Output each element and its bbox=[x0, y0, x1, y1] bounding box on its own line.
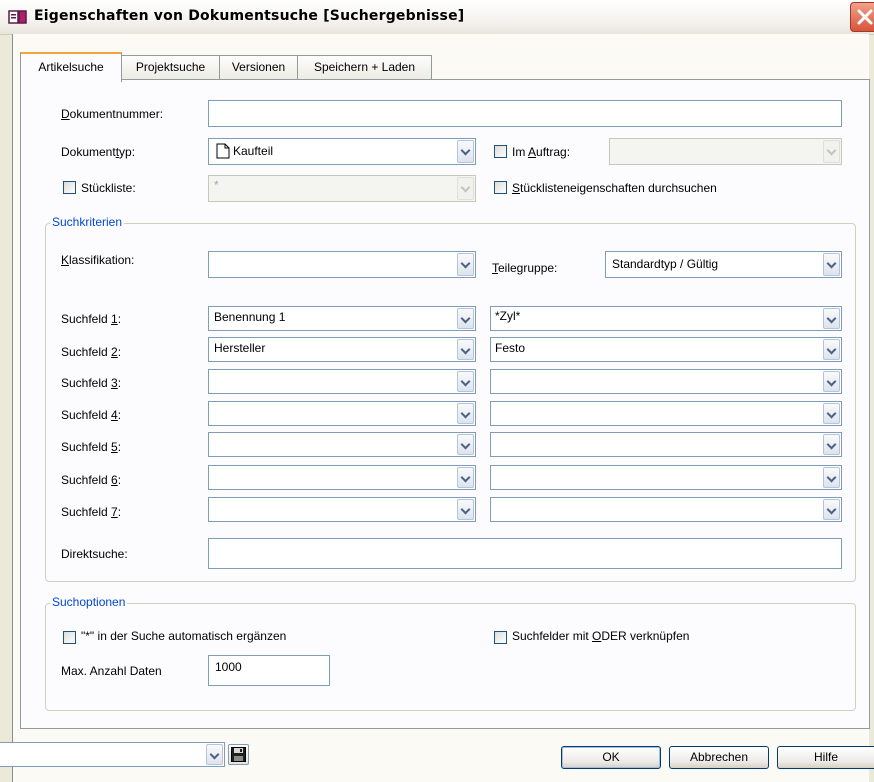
properties-dialog: Eigenschaften von Dokumentsuche [Sucherg… bbox=[0, 0, 874, 782]
title-bar[interactable]: Eigenschaften von Dokumentsuche [Sucherg… bbox=[0, 0, 874, 35]
stuecklisteneigenschaften-checkbox[interactable] bbox=[494, 181, 507, 194]
auto-ergaenzen-checkbox[interactable] bbox=[63, 631, 76, 644]
close-icon bbox=[857, 9, 873, 25]
klassifikation-select[interactable] bbox=[208, 251, 476, 278]
app-icon bbox=[8, 10, 27, 24]
dokumentnummer-label: Dokumentnummer: bbox=[61, 107, 164, 121]
suchfeld-6-field-select[interactable] bbox=[208, 465, 476, 490]
im-auftrag-checkbox[interactable] bbox=[494, 145, 507, 158]
dokumenttyp-select[interactable]: Kaufteil bbox=[208, 138, 476, 165]
suchoptionen-group bbox=[45, 603, 856, 711]
suchfeld-1-value-select[interactable]: *Zyl* bbox=[490, 306, 842, 331]
suchfeld-1-field-value: Benennung 1 bbox=[214, 310, 286, 324]
window-title: Eigenschaften von Dokumentsuche [Sucherg… bbox=[34, 8, 465, 24]
chevron-down-icon[interactable] bbox=[823, 403, 840, 424]
chevron-down-icon[interactable] bbox=[823, 434, 840, 455]
save-preset-button[interactable] bbox=[228, 744, 249, 765]
suchfeld-2-search-value: Festo bbox=[495, 341, 526, 355]
suchfeld-5-value-select[interactable] bbox=[490, 432, 842, 457]
stueckliste-select[interactable]: * bbox=[208, 175, 476, 202]
stuecklisteneigenschaften-label: Stücklisteneigenschaften durchsuchen bbox=[512, 181, 717, 195]
auto-ergaenzen-label: "*" in der Suche automatisch ergänzen bbox=[81, 629, 287, 643]
suchfeld-5-field-select[interactable] bbox=[208, 432, 476, 457]
suchfeld-1-label: Suchfeld 1: bbox=[61, 312, 122, 326]
suchfeld-1-field-select[interactable]: Benennung 1 bbox=[208, 306, 476, 331]
max-anzahl-input[interactable]: 1000 bbox=[208, 655, 330, 686]
suchfeld-5-label: Suchfeld 5: bbox=[61, 440, 122, 454]
suchfeld-7-value-select[interactable] bbox=[490, 497, 842, 522]
im-auftrag-select[interactable] bbox=[609, 138, 842, 165]
chevron-down-icon[interactable] bbox=[823, 467, 840, 488]
chevron-down-icon[interactable] bbox=[457, 467, 474, 488]
close-button[interactable] bbox=[850, 2, 874, 32]
max-anzahl-label: Max. Anzahl Daten bbox=[61, 664, 162, 678]
suchkriterien-title: Suchkriterien bbox=[50, 215, 125, 229]
tab-speichern-laden[interactable]: Speichern + Laden bbox=[297, 55, 432, 80]
direktsuche-input[interactable] bbox=[208, 538, 842, 569]
chevron-down-icon[interactable] bbox=[457, 371, 474, 392]
suchfeld-4-label: Suchfeld 4: bbox=[61, 408, 122, 422]
tab-versionen[interactable]: Versionen bbox=[219, 55, 298, 80]
suchfeld-2-label: Suchfeld 2: bbox=[61, 345, 122, 359]
tab-artikelsuche[interactable]: Artikelsuche bbox=[20, 52, 122, 82]
teilegruppe-label: Teilegruppe: bbox=[492, 261, 558, 275]
suchfeld-6-value-select[interactable] bbox=[490, 465, 842, 490]
preset-select[interactable] bbox=[0, 742, 225, 767]
chevron-down-icon[interactable] bbox=[457, 253, 474, 276]
suchfeld-2-field-value: Hersteller bbox=[214, 341, 266, 355]
chevron-down-icon[interactable] bbox=[823, 308, 840, 329]
chevron-down-icon[interactable] bbox=[206, 744, 223, 765]
chevron-down-icon[interactable] bbox=[823, 499, 840, 520]
chevron-down-icon[interactable] bbox=[457, 434, 474, 455]
chevron-down-icon[interactable] bbox=[457, 140, 474, 163]
dokumenttyp-label: Dokumenttyp: bbox=[61, 145, 136, 159]
suchfeld-6-label: Suchfeld 6: bbox=[61, 473, 122, 487]
suchfeld-2-value-select[interactable]: Festo bbox=[490, 337, 842, 362]
suchfeld-3-value-select[interactable] bbox=[490, 369, 842, 394]
oder-verknuepfen-label: Suchfelder mit ODER verknüpfen bbox=[512, 629, 690, 643]
dokumentnummer-input[interactable] bbox=[208, 100, 842, 127]
chevron-down-icon[interactable] bbox=[457, 339, 474, 360]
suchfeld-7-field-select[interactable] bbox=[208, 497, 476, 522]
suchfeld-4-field-select[interactable] bbox=[208, 401, 476, 426]
max-anzahl-value: 1000 bbox=[215, 660, 242, 674]
tab-projektsuche[interactable]: Projektsuche bbox=[121, 55, 220, 80]
chevron-down-icon[interactable] bbox=[457, 308, 474, 329]
teilegruppe-select[interactable]: Standardtyp / Gültig bbox=[605, 251, 842, 278]
oder-verknuepfen-checkbox[interactable] bbox=[494, 631, 507, 644]
chevron-down-icon[interactable] bbox=[823, 253, 840, 276]
suchfeld-4-value-select[interactable] bbox=[490, 401, 842, 426]
chevron-down-icon[interactable] bbox=[457, 177, 474, 200]
chevron-down-icon[interactable] bbox=[457, 499, 474, 520]
suchfeld-2-field-select[interactable]: Hersteller bbox=[208, 337, 476, 362]
suchfeld-1-search-value: *Zyl* bbox=[495, 309, 521, 323]
floppy-disk-icon bbox=[231, 747, 246, 762]
suchfeld-7-label: Suchfeld 7: bbox=[61, 505, 122, 519]
suchfeld-3-field-select[interactable] bbox=[208, 369, 476, 394]
stueckliste-label: Stückliste: bbox=[81, 181, 136, 195]
klassifikation-label: Klassifikation: bbox=[61, 253, 135, 267]
chevron-down-icon[interactable] bbox=[823, 339, 840, 360]
suchfeld-3-label: Suchfeld 3: bbox=[61, 376, 122, 390]
chevron-down-icon[interactable] bbox=[823, 140, 840, 163]
chevron-down-icon[interactable] bbox=[457, 403, 474, 424]
im-auftrag-label: Im Auftrag: bbox=[512, 145, 571, 159]
document-icon bbox=[216, 143, 230, 159]
help-button[interactable]: Hilfe bbox=[777, 746, 874, 769]
dokumenttyp-value: Kaufteil bbox=[233, 144, 274, 158]
stueckliste-checkbox[interactable] bbox=[63, 181, 76, 194]
cancel-button[interactable]: Abbrechen bbox=[669, 746, 769, 769]
stueckliste-value: * bbox=[214, 178, 219, 192]
suchoptionen-title: Suchoptionen bbox=[50, 595, 128, 609]
direktsuche-label: Direktsuche: bbox=[61, 547, 128, 561]
ok-button[interactable]: OK bbox=[561, 746, 661, 769]
chevron-down-icon[interactable] bbox=[823, 371, 840, 392]
teilegruppe-value: Standardtyp / Gültig bbox=[612, 257, 719, 271]
